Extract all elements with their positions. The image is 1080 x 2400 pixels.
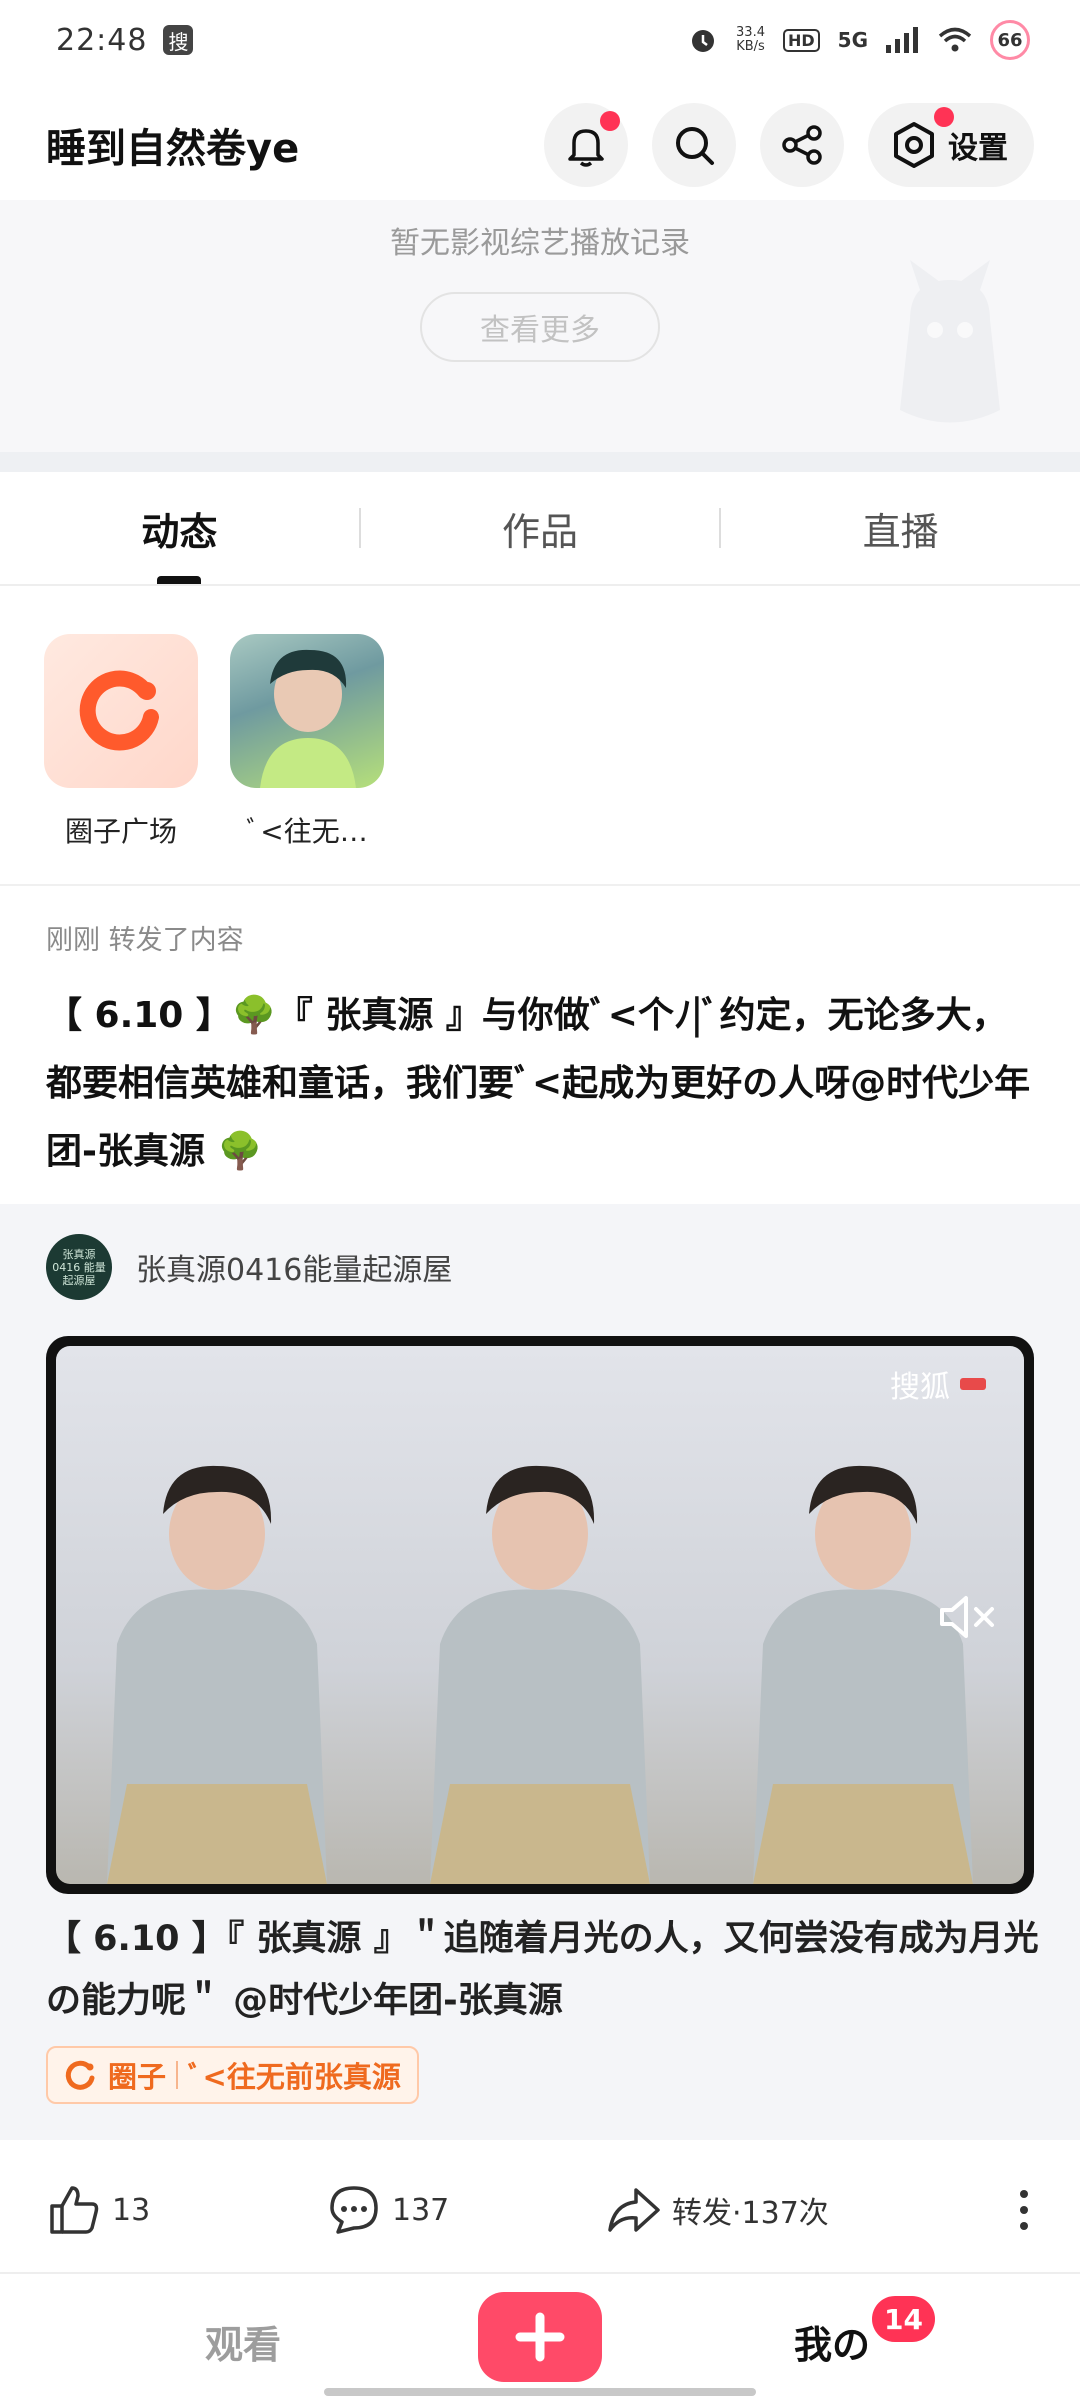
history-empty-text: 暂无影视综艺播放记录 xyxy=(390,226,690,261)
settings-button[interactable]: 设置 xyxy=(868,103,1034,187)
person-figure-icon xyxy=(107,1465,328,1884)
notification-button[interactable] xyxy=(544,103,628,187)
video-frame xyxy=(56,1346,379,1884)
status-time: 22:48 xyxy=(56,22,148,58)
watermark-text: 搜狐 xyxy=(890,1370,950,1405)
notification-app-icon: 搜 xyxy=(163,25,194,55)
tab-dynamics[interactable]: 动态 xyxy=(0,472,359,584)
network-type: 5G xyxy=(837,28,868,52)
post-meta: 刚刚 转发了内容 xyxy=(46,925,244,956)
nav-me-badge: 14 xyxy=(872,2296,935,2342)
comment-bubble-icon xyxy=(330,2186,378,2234)
home-indicator[interactable] xyxy=(324,2388,756,2396)
signal-icon xyxy=(886,27,918,53)
circle-tag-icon xyxy=(65,2060,95,2090)
circle-tag-separator xyxy=(176,2061,179,2089)
more-vertical-icon xyxy=(1020,2190,1028,2230)
watch-history-panel: 暂无影视综艺播放记录 查看更多 xyxy=(0,200,1080,452)
view-more-button[interactable]: 查看更多 xyxy=(420,292,660,362)
circle-fan-item[interactable]: ﾞ<往无… xyxy=(230,634,384,884)
settings-label: 设置 xyxy=(948,131,1008,166)
forward-count: 转发·137次 xyxy=(672,2196,829,2231)
video-frames xyxy=(56,1346,1024,1884)
circle-fan-label: ﾞ<往无… xyxy=(246,815,368,848)
tab-works[interactable]: 作品 xyxy=(361,472,720,584)
comment-count: 137 xyxy=(392,2192,450,2228)
post-actions: 13 137 转发·137次 xyxy=(0,2160,1080,2260)
circles-row: 圈子广场 ﾞ<往无… xyxy=(0,586,1080,886)
repost-author-avatar: 张真源0416 能量起源屋 xyxy=(46,1234,112,1300)
repost-text[interactable]: 【 6.10 】『 张真源 』＂追随着月光の人，又何尝没有成为月光の能力呢＂ @… xyxy=(46,1908,1040,2032)
repost-author[interactable]: 张真源0416 能量起源屋 张真源0416能量起源屋 xyxy=(46,1234,452,1300)
circle-tag[interactable]: 圈子 ﾞ<往无前张真源 xyxy=(46,2046,419,2104)
person-figure-icon xyxy=(430,1465,650,1884)
search-button[interactable] xyxy=(652,103,736,187)
thumbs-up-icon xyxy=(50,2186,99,2234)
plus-icon xyxy=(515,2312,565,2362)
username: 睡到自然卷ye xyxy=(46,126,300,172)
search-icon xyxy=(676,127,714,165)
circle-tag-name: ﾞ<往无前张真源 xyxy=(188,2060,401,2094)
video-frame xyxy=(378,1346,702,1884)
reposted-card[interactable]: 张真源0416 能量起源屋 张真源0416能量起源屋 搜狐 【 6.10 】『 … xyxy=(0,1204,1080,2140)
forward-arrow-icon xyxy=(608,2188,660,2232)
repost-author-name: 张真源0416能量起源屋 xyxy=(136,1253,453,1288)
header-actions: 设置 xyxy=(544,103,1034,187)
status-icons: 33.4 KB/s HD 5G 66 xyxy=(688,20,1030,60)
forward-button[interactable]: 转发·137次 xyxy=(606,2182,829,2238)
person-photo-icon xyxy=(260,649,356,788)
post-text[interactable]: 【 6.10 】🌳『 张真源 』与你做ﾞ<个ﾉ|ﾞ约定，无论多大，都要相信英雄和… xyxy=(46,982,1040,1186)
settings-dot xyxy=(934,107,954,127)
circle-square-item[interactable]: 圈子广场 xyxy=(44,634,198,884)
circle-square-label: 圈子广场 xyxy=(64,815,177,848)
comment-button[interactable]: 137 xyxy=(326,2182,606,2238)
wifi-icon xyxy=(938,27,972,52)
status-bar: 22:48 搜 33.4 KB/s HD 5G 66 xyxy=(0,0,1080,80)
net-speed: 33.4 KB/s xyxy=(736,25,765,54)
video-watermark: 搜狐 xyxy=(890,1362,986,1406)
settings-hexagon-icon xyxy=(894,122,934,168)
circle-tag-label: 圈子 xyxy=(108,2060,167,2094)
share-profile-button[interactable] xyxy=(760,103,844,187)
like-count: 13 xyxy=(112,2192,151,2228)
profile-tabs: 动态 作品 直播 xyxy=(0,472,1080,586)
profile-header: 睡到自然卷ye 设置 xyxy=(0,90,1080,200)
alarm-icon xyxy=(692,30,715,52)
create-post-button[interactable] xyxy=(478,2292,602,2382)
notification-dot xyxy=(600,111,620,131)
circle-fan-avatar xyxy=(230,634,384,788)
more-options-button[interactable] xyxy=(1014,2186,1034,2234)
section-divider xyxy=(0,452,1080,472)
circle-square-thumb xyxy=(44,634,198,788)
battery-indicator: 66 xyxy=(990,20,1030,60)
mascot-watermark-icon xyxy=(900,260,1000,423)
like-button[interactable]: 13 xyxy=(46,2182,326,2238)
person-figure-icon xyxy=(752,1465,973,1884)
watermark-bar xyxy=(960,1378,986,1390)
nav-me[interactable]: 我の xyxy=(794,2314,870,2369)
video-player[interactable]: 搜狐 xyxy=(46,1336,1034,1894)
circle-logo-icon xyxy=(79,670,159,751)
share-nodes-icon xyxy=(782,125,822,165)
bottom-navigation: 观看 我の 14 xyxy=(0,2272,1080,2400)
nav-watch[interactable]: 观看 xyxy=(205,2314,281,2369)
tab-live[interactable]: 直播 xyxy=(721,472,1080,584)
hd-icon: HD xyxy=(782,28,820,52)
mute-icon[interactable] xyxy=(938,1592,998,1642)
